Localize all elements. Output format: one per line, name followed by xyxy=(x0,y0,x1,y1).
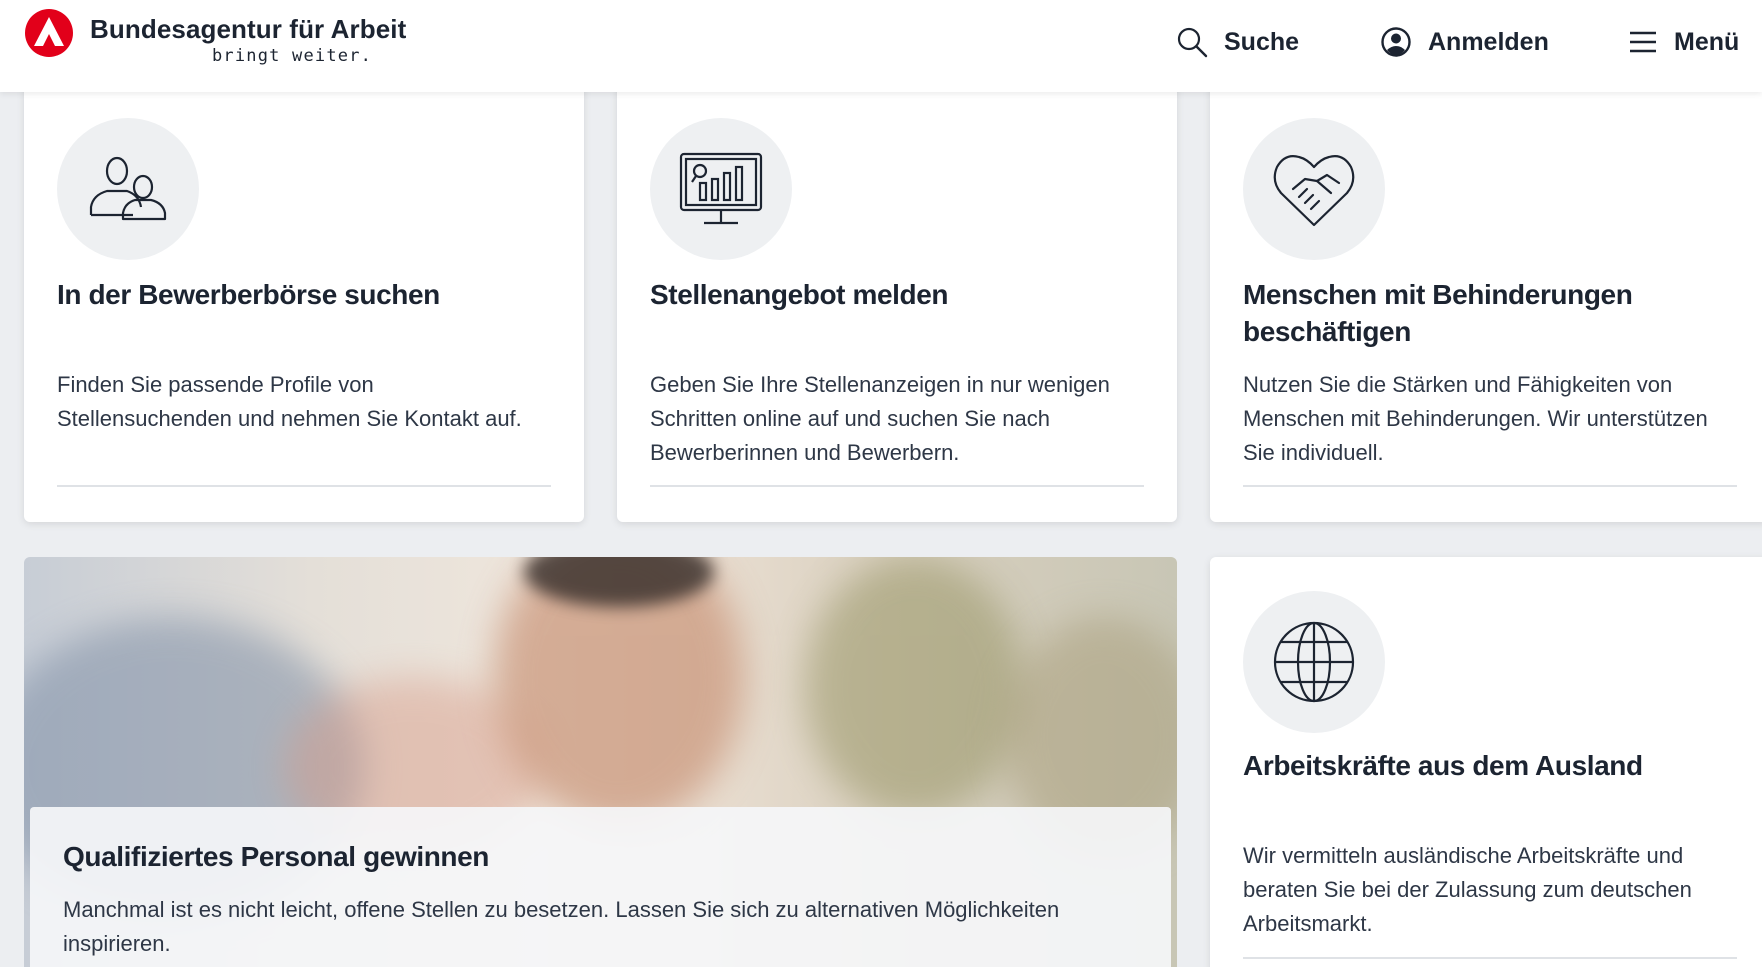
photo-background xyxy=(804,557,1024,817)
site-header: Bundesagentur für Arbeit bringt weiter. … xyxy=(0,0,1762,92)
feature-text: Manchmal ist es nicht leicht, offene Ste… xyxy=(63,897,1060,956)
login-label: Anmelden xyxy=(1428,27,1549,56)
globe-icon xyxy=(1273,621,1355,703)
ba-logo[interactable] xyxy=(24,8,74,58)
search-label: Suche xyxy=(1224,27,1300,56)
people-icon xyxy=(89,156,167,221)
card-title[interactable]: Arbeitskräfte aus dem Ausland xyxy=(1243,747,1740,784)
card-divider xyxy=(650,485,1144,487)
feature-title[interactable]: Qualifiziertes Personal gewinnen xyxy=(63,841,489,873)
card-ausland[interactable]: Arbeitskräfte aus dem Ausland Wir vermit… xyxy=(1210,557,1762,967)
search-button[interactable]: Suche xyxy=(1176,20,1299,64)
brand-name[interactable]: Bundesagentur für Arbeit xyxy=(90,14,406,45)
menu-label: Menü xyxy=(1674,27,1740,56)
card-icon-circle xyxy=(57,118,199,260)
menu-button[interactable]: Menü xyxy=(1628,20,1739,64)
card-icon-circle xyxy=(650,118,792,260)
card-divider xyxy=(1243,957,1737,959)
card-divider xyxy=(57,485,551,487)
card-stellenangebot[interactable]: Stellenangebot melden Geben Sie Ihre Ste… xyxy=(617,70,1177,522)
card-title[interactable]: Menschen mit Behinderungen beschäftigen xyxy=(1243,276,1740,350)
brand-tagline: bringt weiter. xyxy=(212,46,373,66)
card-text: Nutzen Sie die Stärken und Fähigkeiten v… xyxy=(1243,372,1708,465)
card-bewerberboerse[interactable]: In der Bewerberbörse suchen Finden Sie p… xyxy=(24,70,584,522)
search-icon xyxy=(1177,27,1208,58)
card-icon-circle xyxy=(1243,118,1385,260)
user-circle-icon xyxy=(1381,27,1411,57)
card-behinderungen[interactable]: Menschen mit Behinderungen beschäftigen … xyxy=(1210,70,1762,522)
heart-handshake-icon xyxy=(1273,155,1355,227)
card-icon-circle xyxy=(1243,591,1385,733)
feature-text-panel: Qualifiziertes Personal gewinnen Manchma… xyxy=(30,807,1171,967)
card-divider xyxy=(1243,485,1737,487)
card-title[interactable]: Stellenangebot melden xyxy=(650,276,1147,313)
card-title[interactable]: In der Bewerberbörse suchen xyxy=(57,276,554,313)
card-text: Wir vermitteln ausländische Arbeitskräft… xyxy=(1243,843,1692,936)
hamburger-menu-icon xyxy=(1630,31,1656,53)
feature-card[interactable]: Qualifiziertes Personal gewinnen Manchma… xyxy=(24,557,1177,967)
monitor-chart-icon xyxy=(679,152,763,225)
card-text: Finden Sie passende Profile von Stellens… xyxy=(57,372,522,431)
login-button[interactable]: Anmelden xyxy=(1380,20,1549,64)
card-text: Geben Sie Ihre Stellenanzeigen in nur we… xyxy=(650,372,1110,465)
